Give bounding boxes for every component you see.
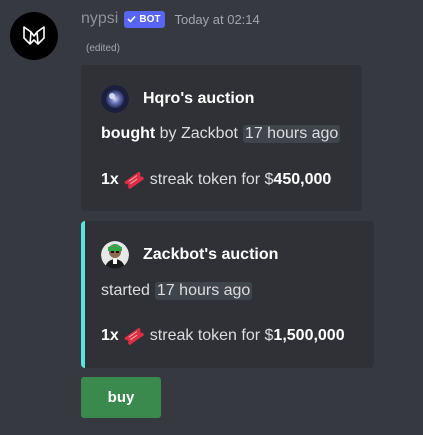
checkmark-icon bbox=[127, 15, 136, 23]
auction-embed: Hqro's auction bought by Zackbot 17 hours… bbox=[81, 65, 362, 211]
bot-badge-label: BOT bbox=[139, 13, 161, 25]
embed-author: Zackbot's auction bbox=[101, 241, 278, 269]
auction-embed: Zackbot's auction started 17 hours ago 1x… bbox=[81, 221, 374, 368]
item-description: streak token for $ bbox=[149, 327, 274, 344]
embed-author: Hqro's auction bbox=[101, 85, 254, 113]
bot-avatar[interactable] bbox=[10, 12, 58, 60]
embed-status-line: started 17 hours ago bbox=[101, 282, 253, 300]
item-quantity: 1x bbox=[101, 327, 119, 344]
item-price: 1,500,000 bbox=[273, 327, 345, 344]
ticket-icon bbox=[124, 327, 145, 345]
edited-label: (edited) bbox=[86, 43, 120, 54]
embed-author-name[interactable]: Zackbot's auction bbox=[143, 246, 278, 264]
username[interactable]: nypsi bbox=[81, 10, 118, 28]
message-timestamp[interactable]: Today at 02:14 bbox=[174, 12, 259, 27]
item-price: 450,000 bbox=[273, 171, 332, 188]
embed-item-line: 1x streak token for $1,500,000 bbox=[101, 327, 345, 345]
embed-author-name[interactable]: Hqro's auction bbox=[143, 90, 254, 108]
item-description: streak token for $ bbox=[149, 171, 274, 188]
bot-badge: BOT bbox=[124, 10, 166, 28]
relative-timestamp[interactable]: 17 hours ago bbox=[154, 282, 253, 300]
buy-button[interactable]: buy bbox=[81, 377, 161, 418]
status-rest: by Zackbot bbox=[159, 125, 238, 142]
ticket-icon bbox=[124, 171, 145, 189]
nypsi-logo-icon bbox=[23, 26, 45, 45]
message-header: nypsi BOT Today at 02:14 bbox=[81, 10, 260, 28]
item-quantity: 1x bbox=[101, 171, 119, 188]
relative-timestamp[interactable]: 17 hours ago bbox=[242, 125, 341, 143]
status-word: bought bbox=[101, 125, 156, 142]
status-word: started bbox=[101, 282, 150, 299]
embed-item-line: 1x streak token for $450,000 bbox=[101, 171, 331, 189]
embed-status-line: bought by Zackbot 17 hours ago bbox=[101, 125, 341, 143]
author-avatar bbox=[101, 241, 129, 269]
author-avatar bbox=[101, 85, 129, 113]
